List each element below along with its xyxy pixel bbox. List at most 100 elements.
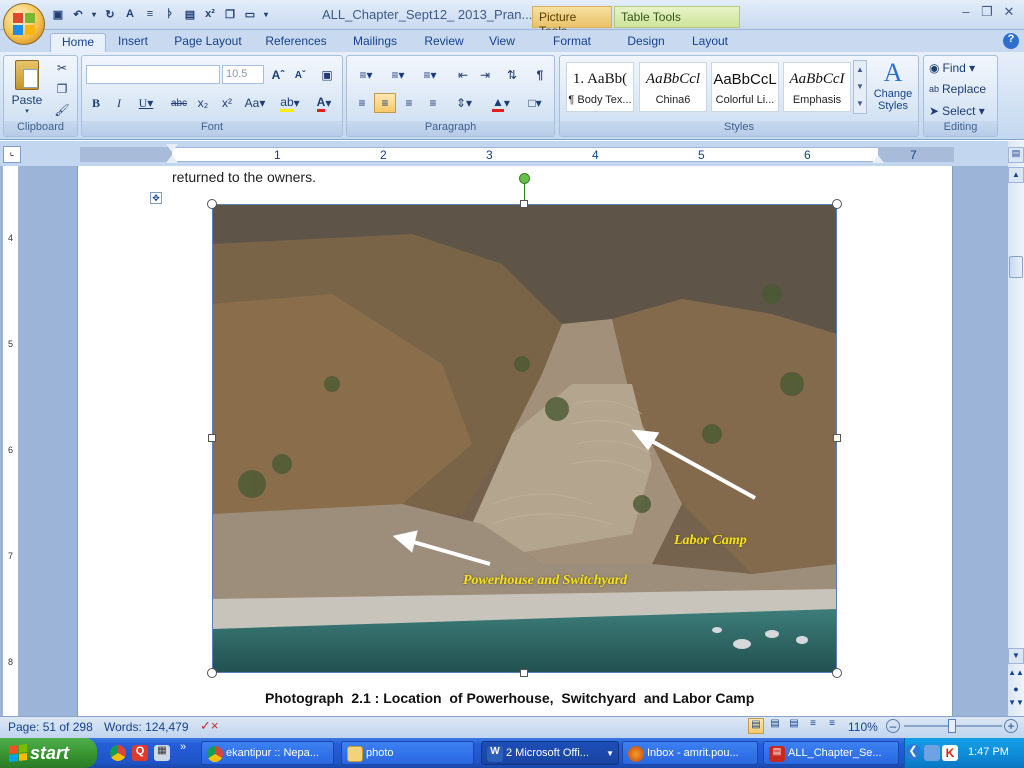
resize-handle-top-left[interactable] <box>207 199 217 209</box>
sort-icon[interactable]: ⇅ <box>501 65 523 85</box>
justify-button[interactable]: ≡ <box>422 93 444 113</box>
font-name-combo[interactable] <box>86 65 220 84</box>
chrome-quicklaunch-icon[interactable] <box>110 745 126 761</box>
strikethrough-button[interactable]: abc <box>168 93 190 113</box>
resize-handle-bottom[interactable] <box>520 669 528 677</box>
highlight-color-button[interactable]: ab ▾ <box>274 93 306 113</box>
style-china6[interactable]: AaBbCcl China6 <box>639 62 707 112</box>
view-ruler-icon[interactable]: ▤ <box>1008 147 1024 163</box>
full-screen-reading-view-icon[interactable]: ▤ <box>767 718 783 734</box>
tab-references[interactable]: References <box>258 33 334 52</box>
change-case-button[interactable]: Aa▾ <box>240 93 270 113</box>
increase-indent-icon[interactable]: ⇥ <box>475 65 495 85</box>
previous-page-icon[interactable]: ▲▲ <box>1008 668 1024 682</box>
tab-review[interactable]: Review <box>418 33 470 52</box>
style-emphasis[interactable]: AaBbCcI Emphasis <box>783 62 851 112</box>
minimize-button[interactable]: – <box>955 4 977 22</box>
scroll-up-icon[interactable]: ▲ <box>1008 167 1024 183</box>
next-page-icon[interactable]: ▼▼ <box>1008 698 1024 712</box>
resize-handle-left[interactable] <box>208 434 216 442</box>
resize-handle-top-right[interactable] <box>832 199 842 209</box>
first-line-indent-marker[interactable] <box>166 144 178 152</box>
proofing-error-icon[interactable]: ✓× <box>200 718 218 734</box>
resize-handle-top[interactable] <box>520 200 528 208</box>
help-icon[interactable]: ? <box>1003 33 1019 49</box>
print-layout-view-icon[interactable]: ▤ <box>748 718 764 734</box>
draft-view-icon[interactable]: ≡ <box>824 718 840 734</box>
tab-layout[interactable]: Layout <box>684 33 736 52</box>
calculator-quicklaunch-icon[interactable]: ▦ <box>154 745 170 761</box>
underline-button[interactable]: U▾ <box>133 93 159 113</box>
office-button[interactable] <box>3 3 45 45</box>
subscript-button[interactable]: x₂ <box>192 93 214 113</box>
multilevel-list-button[interactable]: ≡▾ <box>415 65 445 85</box>
vertical-ruler[interactable] <box>3 166 19 716</box>
tab-design[interactable]: Design <box>618 33 674 52</box>
show-hidden-icons-icon[interactable]: ❮ <box>905 744 921 760</box>
word-count-status[interactable]: Words: 124,479 <box>104 720 189 734</box>
outline-view-icon[interactable]: ≡ <box>805 718 821 734</box>
zoom-out-icon[interactable]: – <box>886 719 900 733</box>
scroll-thumb[interactable] <box>1009 256 1023 278</box>
task-inbox-firefox[interactable]: Inbox - amrit.pou... <box>622 741 758 765</box>
clear-format-icon[interactable]: ▣ <box>316 65 338 85</box>
undo-icon[interactable]: ↶ <box>70 6 86 22</box>
borders-button[interactable]: □▾ <box>519 93 551 113</box>
table-move-handle-icon[interactable]: ✥ <box>150 192 162 204</box>
resize-handle-right[interactable] <box>833 434 841 442</box>
decrease-indent-icon[interactable]: ⇤ <box>453 65 473 85</box>
vertical-scrollbar[interactable] <box>1008 141 1024 716</box>
save-icon[interactable]: ▣ <box>50 6 66 22</box>
format-painter-icon[interactable]: 🖌 <box>52 100 72 120</box>
clock[interactable]: 1:47 PM <box>968 746 1009 758</box>
tab-format[interactable]: Format <box>543 33 601 52</box>
rotation-handle[interactable] <box>519 173 530 184</box>
line-spacing-button[interactable]: ⇕▾ <box>449 93 479 113</box>
paste-button[interactable]: Paste ▾ <box>7 58 47 116</box>
close-button[interactable]: ✕ <box>998 4 1020 22</box>
shrink-font-icon[interactable]: Aˇ <box>290 65 310 85</box>
task-microsoft-office[interactable]: W 2 Microsoft Offi... ▼ <box>481 741 619 765</box>
grow-font-icon[interactable]: Aˆ <box>268 65 288 85</box>
antivirus-icon[interactable]: K <box>942 745 958 761</box>
copy-icon[interactable]: ❐ <box>222 6 238 22</box>
quicklaunch-more-icon[interactable]: » <box>180 741 186 753</box>
cut-icon[interactable]: ✂ <box>52 58 72 78</box>
qat-customize-icon[interactable]: ▾ <box>262 6 270 22</box>
styles-gallery-scroll[interactable]: ▲ ▼ ▼ <box>853 60 867 114</box>
align-center-button[interactable]: ≡ <box>374 93 396 113</box>
tab-home[interactable]: Home <box>50 33 106 52</box>
shading-button[interactable]: ▲ ▾ <box>485 93 517 113</box>
align-left-button[interactable]: ≡ <box>351 93 373 113</box>
bold-button[interactable]: B <box>86 93 106 113</box>
tab-view[interactable]: View <box>480 33 524 52</box>
task-photo-folder[interactable]: photo <box>341 741 474 765</box>
show-formatting-marks-icon[interactable]: ¶ <box>529 65 551 85</box>
zoom-level[interactable]: 110% <box>848 720 878 734</box>
page-count-status[interactable]: Page: 51 of 298 <box>8 720 93 734</box>
task-pdf-chapter[interactable]: ▤ ALL_Chapter_Se... <box>763 741 899 765</box>
clear-formatting-icon[interactable]: ᚦ <box>162 6 178 22</box>
zoom-in-icon[interactable]: + <box>1004 719 1018 733</box>
style-body-text[interactable]: 1. AaBb( ¶ Body Tex... <box>566 62 634 112</box>
bullets-button[interactable]: ≡▾ <box>351 65 381 85</box>
replace-button[interactable]: ab Replace <box>928 79 994 99</box>
scroll-down-icon[interactable]: ▼ <box>1008 648 1024 664</box>
superscript-button[interactable]: x² <box>216 93 238 113</box>
resize-handle-bottom-right[interactable] <box>832 668 842 678</box>
select-browse-object-icon[interactable]: ● <box>1008 684 1024 696</box>
tab-insert[interactable]: Insert <box>110 33 156 52</box>
font-size-combo[interactable]: 10.5 <box>222 65 264 84</box>
align-right-button[interactable]: ≡ <box>398 93 420 113</box>
right-indent-marker[interactable] <box>872 155 884 163</box>
paragraph-spacing-icon[interactable]: ≡ <box>142 6 158 22</box>
italic-button[interactable]: I <box>109 93 129 113</box>
web-layout-view-icon[interactable]: ▤ <box>786 718 802 734</box>
font-color-button[interactable]: A ▾ <box>308 93 340 113</box>
tab-mailings[interactable]: Mailings <box>344 33 406 52</box>
font-color-a-icon[interactable]: A <box>122 6 138 22</box>
network-icon[interactable] <box>924 745 940 761</box>
style-colorful-list[interactable]: AaBbCcL Colorful Li... <box>711 62 779 112</box>
horizontal-ruler[interactable] <box>80 147 954 162</box>
numbering-button[interactable]: ≡▾ <box>383 65 413 85</box>
